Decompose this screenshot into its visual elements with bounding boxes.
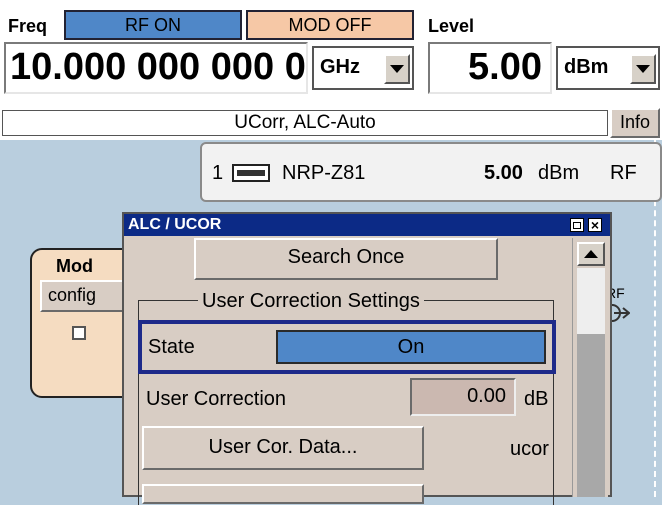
sensor-unit: dBm — [538, 162, 580, 184]
frequency-unit-value: GHz — [320, 56, 360, 78]
freq-label: Freq — [8, 16, 48, 36]
level-value: 5.00 — [468, 46, 542, 88]
scroll-up-button[interactable] — [577, 242, 605, 266]
chevron-down-icon — [636, 65, 650, 73]
sensor-icon — [232, 164, 270, 182]
dialog-title-bar[interactable]: ALC / UCOR × — [124, 214, 610, 236]
mod-block-title: Mod — [56, 256, 93, 276]
sensor-value: 5.00 — [484, 162, 523, 184]
chevron-up-icon — [584, 250, 598, 258]
close-icon[interactable]: × — [588, 218, 602, 232]
rf-on-indicator[interactable]: RF ON — [64, 10, 242, 40]
frequency-unit-select[interactable]: GHz — [312, 46, 414, 90]
level-field[interactable]: 5.00 — [428, 42, 552, 94]
user-correction-value: 0.00 — [410, 378, 516, 416]
sensor-name: NRP-Z81 — [282, 162, 366, 184]
power-sensor-panel[interactable]: 1 NRP-Z81 5.00 dBm RF — [200, 142, 662, 202]
info-text: UCorr, ALC-Auto — [234, 112, 376, 133]
scrollbar-thumb[interactable] — [577, 334, 605, 497]
sensor-channel: 1 — [212, 162, 224, 184]
ucor-file-name: ucor — [510, 438, 549, 460]
level-unit-dropdown-button[interactable] — [630, 54, 656, 84]
user-correction-unit: dB — [524, 388, 549, 410]
mod-off-indicator[interactable]: MOD OFF — [246, 10, 414, 40]
info-button[interactable]: Info — [610, 108, 660, 138]
state-row[interactable]: State On — [138, 320, 556, 374]
edit-user-cor-data-button[interactable] — [142, 484, 424, 504]
frequency-unit-dropdown-button[interactable] — [384, 54, 410, 84]
maximize-icon[interactable] — [570, 218, 584, 232]
frequency-field[interactable]: 10.000 000 000 0 — [4, 42, 308, 94]
chevron-down-icon — [390, 65, 404, 73]
frequency-value: 10.000 000 000 0 — [10, 46, 306, 88]
level-unit-select[interactable]: dBm — [556, 46, 660, 90]
state-label: State — [148, 336, 195, 358]
search-once-button[interactable]: Search Once — [194, 238, 498, 280]
level-label: Level — [428, 16, 475, 36]
level-unit-value: dBm — [564, 56, 609, 78]
dialog-scrollbar[interactable] — [572, 238, 608, 497]
user-cor-data-button[interactable]: User Cor. Data... — [142, 426, 424, 470]
scrollbar-track-upper[interactable] — [577, 268, 605, 334]
alc-ucor-dialog[interactable]: ALC / UCOR × Search Once User Correction… — [122, 212, 612, 505]
user-correction-label: User Correction — [146, 388, 287, 410]
group-title: User Correction Settings — [198, 290, 424, 313]
dialog-title: ALC / UCOR — [128, 216, 222, 233]
state-toggle[interactable]: On — [276, 330, 546, 364]
sensor-tag: RF — [610, 162, 637, 184]
mod-checkbox[interactable] — [72, 326, 86, 340]
info-line: UCorr, ALC-Auto — [2, 110, 608, 136]
